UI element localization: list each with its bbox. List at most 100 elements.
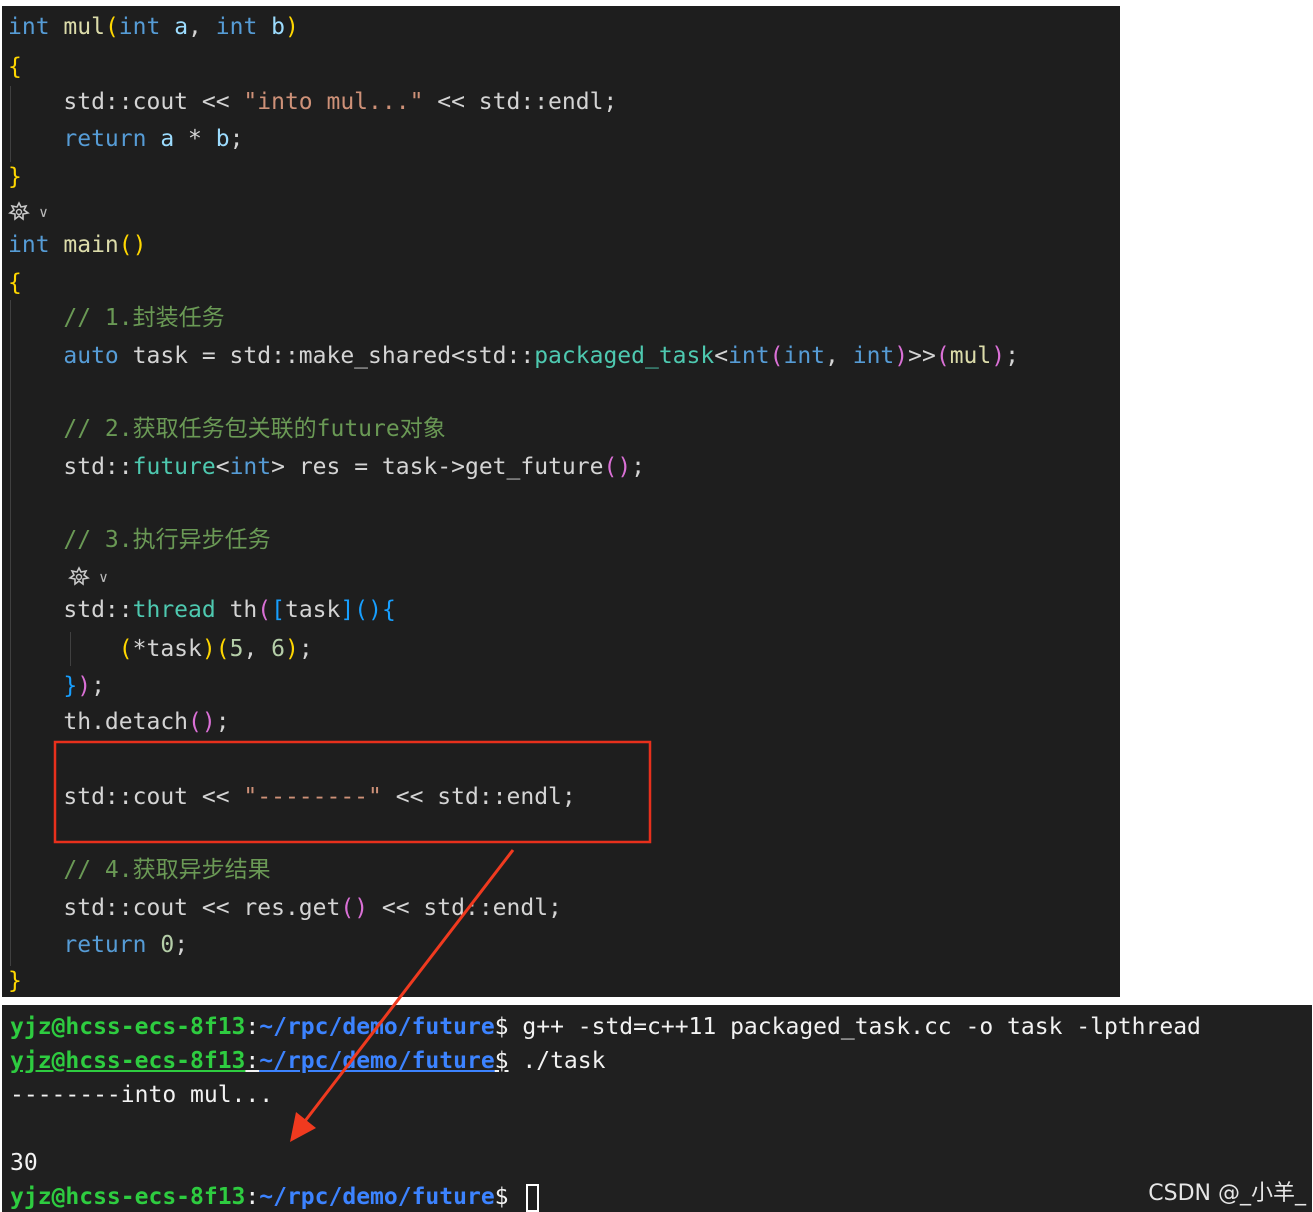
code-token: ;: [229, 126, 244, 152]
terminal-line: yjz@hcss-ecs-8f13:~/rpc/demo/future$ ./t…: [10, 1044, 605, 1078]
terminal-output: --------into mul...: [10, 1078, 273, 1112]
code-line[interactable]: int main(): [8, 228, 147, 262]
code-line[interactable]: std::future<int> res = task->get_future(…: [8, 450, 645, 484]
code-token: ]: [340, 597, 355, 623]
codelens[interactable]: ∨: [68, 562, 109, 588]
code-line[interactable]: // 3.执行异步任务: [8, 523, 271, 557]
code-token: (: [118, 636, 133, 662]
code-line[interactable]: int mul(int a, int b): [8, 10, 299, 44]
code-line[interactable]: std::cout << "--------" << std::endl;: [8, 780, 575, 814]
code-line[interactable]: }: [8, 160, 22, 194]
code-token: <: [714, 343, 729, 369]
codelens[interactable]: ∨: [8, 197, 49, 223]
code-token: ): [77, 673, 92, 699]
code-editor[interactable]: int mul(int a, int b) { std::cout << "in…: [2, 6, 1120, 997]
code-token: 6: [271, 636, 286, 662]
code-token: << std::endl;: [368, 895, 562, 921]
code-token: {: [8, 54, 22, 80]
code-token: (): [354, 597, 382, 623]
code-token: int: [783, 343, 826, 369]
settings-icon[interactable]: [8, 198, 36, 222]
code-token: return: [8, 932, 147, 958]
terminal-line: yjz@hcss-ecs-8f13:~/rpc/demo/future$ g++…: [10, 1010, 1201, 1044]
code-line[interactable]: // 4.获取异步结果: [8, 853, 271, 887]
code-line[interactable]: }: [8, 964, 22, 997]
code-comment: // 3.执行异步任务: [8, 527, 271, 553]
code-token: }: [8, 164, 22, 190]
code-token: <: [215, 454, 230, 480]
terminal-output-text: 30: [10, 1150, 38, 1176]
code-token: {: [8, 270, 22, 296]
code-line[interactable]: (*task)(5, 6);: [8, 632, 313, 666]
code-token: b: [257, 14, 285, 40]
code-token: int: [229, 454, 272, 480]
code-token: packaged_task: [534, 343, 715, 369]
code-token: std::cout << res.get: [8, 895, 341, 921]
code-token: ): [991, 343, 1006, 369]
code-token: *task: [132, 636, 202, 662]
code-token: ;: [174, 932, 189, 958]
code-comment: // 4.获取异步结果: [8, 857, 271, 883]
prompt-path: ~/rpc/demo/future: [259, 1048, 495, 1074]
code-token: b: [215, 126, 230, 152]
code-comment: // 1.封装任务: [8, 305, 225, 331]
code-token: main: [49, 232, 119, 258]
code-token: {: [381, 597, 396, 623]
code-token: ;: [1005, 343, 1019, 369]
code-line[interactable]: th.detach();: [8, 705, 229, 739]
prompt-colon: :: [245, 1048, 260, 1074]
code-token: "--------": [243, 784, 382, 810]
terminal[interactable]: yjz@hcss-ecs-8f13:~/rpc/demo/future$ g++…: [2, 1005, 1312, 1212]
prompt-path: ~/rpc/demo/future: [259, 1184, 495, 1210]
code-token: thread: [132, 597, 216, 623]
code-token: std::: [8, 454, 133, 480]
code-token: a: [160, 14, 189, 40]
code-line[interactable]: std::cout << res.get() << std::endl;: [8, 891, 562, 925]
code-line[interactable]: std::cout << "into mul..." << std::endl;: [8, 85, 617, 119]
terminal-line[interactable]: yjz@hcss-ecs-8f13:~/rpc/demo/future$: [10, 1180, 540, 1212]
code-line[interactable]: {: [8, 50, 22, 84]
code-token: future: [132, 454, 216, 480]
terminal-output: 30: [10, 1146, 38, 1180]
code-token: (): [188, 709, 216, 735]
prompt-dollar: $: [494, 1014, 509, 1040]
code-line[interactable]: return a * b;: [8, 122, 243, 156]
code-token: (: [935, 343, 950, 369]
code-token: ,: [188, 14, 216, 40]
code-token: ;: [631, 454, 646, 480]
code-line[interactable]: std::thread th([task](){: [8, 593, 396, 627]
code-line[interactable]: // 1.封装任务: [8, 301, 225, 335]
code-token: 5: [229, 636, 244, 662]
terminal-command: ./task: [508, 1048, 606, 1074]
terminal-output-text: --------into mul...: [10, 1082, 274, 1108]
code-line[interactable]: {: [8, 266, 22, 300]
code-token: task: [284, 597, 341, 623]
code-line[interactable]: });: [8, 669, 105, 703]
prompt-dollar: $: [494, 1184, 509, 1210]
terminal-cursor[interactable]: [526, 1183, 540, 1212]
code-token: (: [257, 597, 272, 623]
watermark: CSDN @_小羊_: [1148, 1181, 1306, 1206]
code-token: ,: [243, 636, 272, 662]
code-token: int: [8, 14, 50, 40]
code-token: (): [340, 895, 369, 921]
code-token: int: [728, 343, 770, 369]
code-token: th: [215, 597, 258, 623]
code-token: std::cout <<: [8, 784, 244, 810]
code-token: task = std::make_shared<std::: [118, 343, 535, 369]
chevron-down-icon[interactable]: ∨: [98, 570, 108, 586]
code-token: std::: [8, 597, 133, 623]
code-token: int: [8, 232, 50, 258]
code-line[interactable]: // 2.获取任务包关联的future对象: [8, 412, 445, 446]
chevron-down-icon[interactable]: ∨: [38, 205, 48, 221]
settings-icon[interactable]: [68, 563, 96, 587]
code-token: [: [271, 597, 285, 623]
code-token: "into mul...": [243, 89, 424, 115]
code-line[interactable]: auto task = std::make_shared<std::packag…: [8, 339, 1019, 373]
code-line[interactable]: return 0;: [8, 928, 188, 962]
prompt-user: yjz@hcss-ecs-8f13: [10, 1014, 246, 1040]
code-token: mul: [49, 14, 105, 40]
code-token: int: [852, 343, 895, 369]
